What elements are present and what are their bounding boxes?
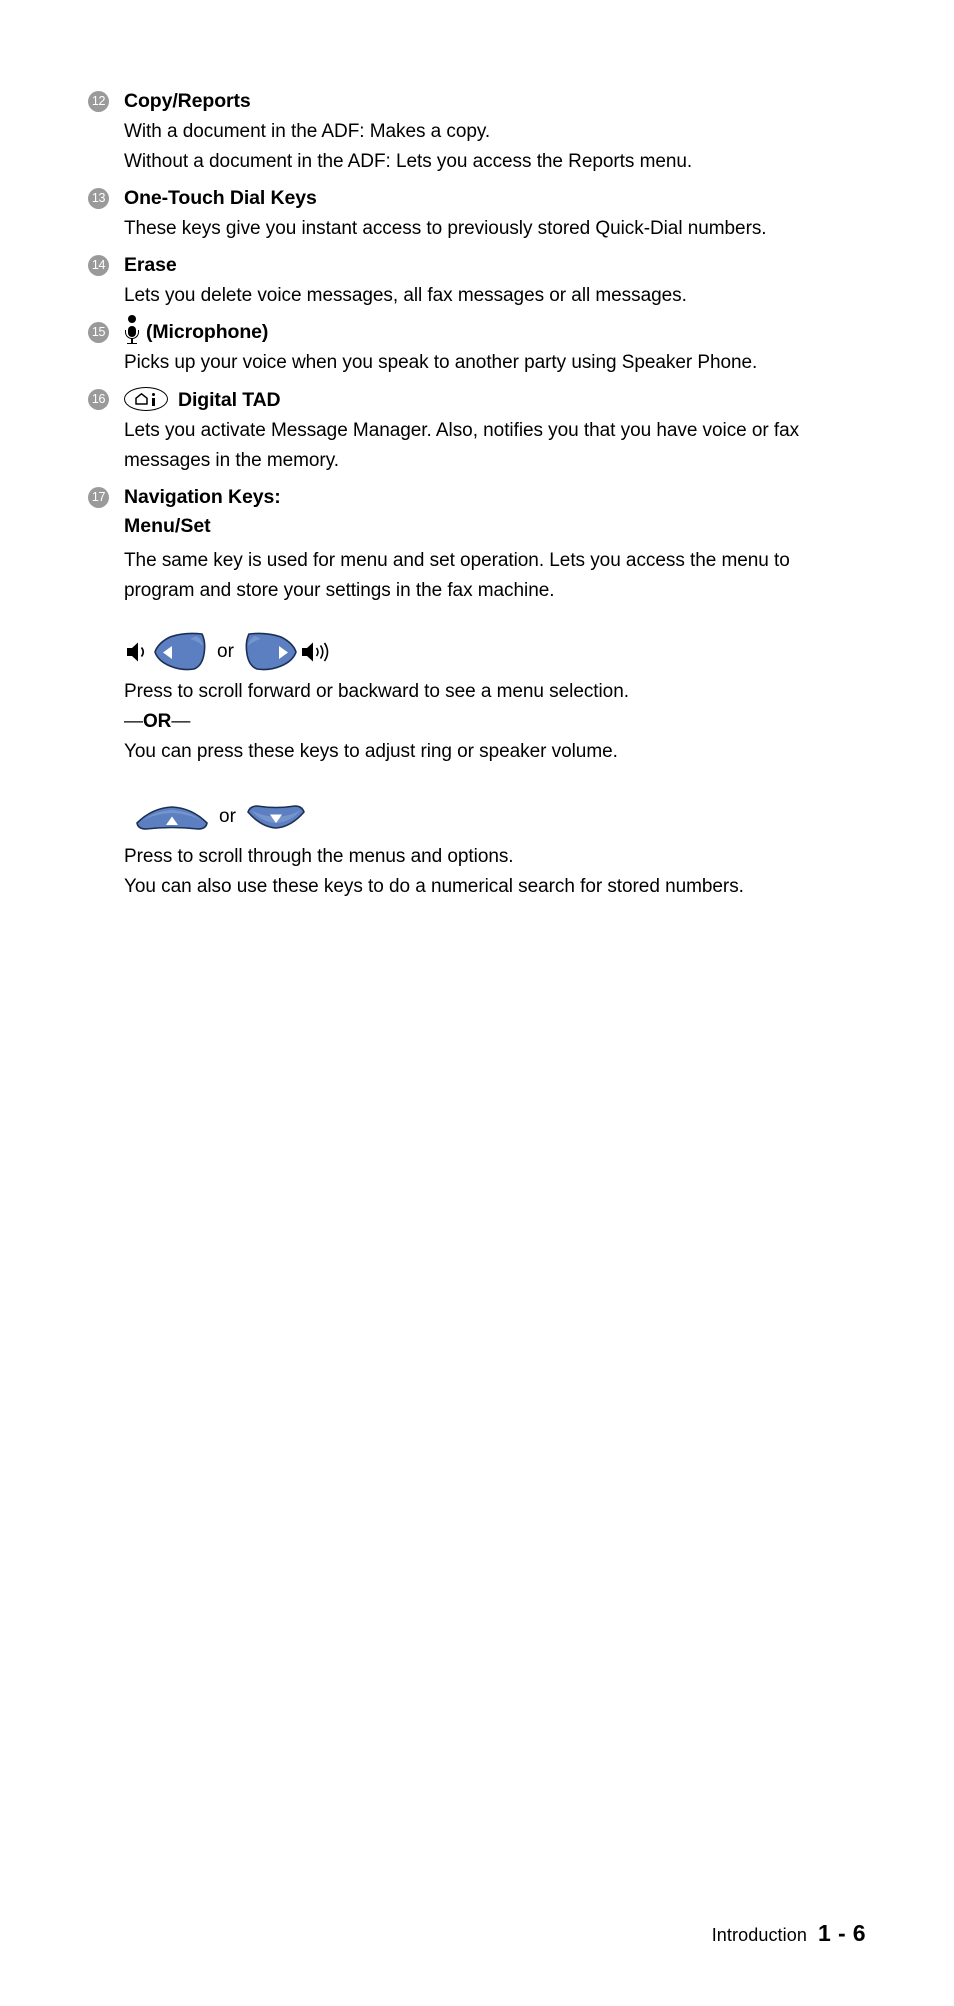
paragraph: Press to scroll forward or backward to s… (124, 680, 629, 702)
paragraph: Press to scroll through the menus and op… (124, 845, 514, 867)
section-digital-tad: 16 Digital TAD Lets you activate Message… (88, 386, 808, 475)
section-navigation-keys: 17 Navigation Keys: Menu/Set The same ke… (88, 484, 808, 902)
section-body: With a document in the ADF: Makes a copy… (124, 117, 808, 177)
page-content: 12 Copy/Reports With a document in the A… (88, 88, 808, 902)
house-shape-icon (135, 393, 148, 406)
section-body: Lets you activate Message Manager. Also,… (124, 416, 808, 476)
or-separator-bold: OR (142, 710, 172, 732)
scroll-key-description: Press to scroll through the menus and op… (124, 842, 808, 902)
volume-key-graphic-row: or (124, 632, 808, 672)
section-title: Erase (124, 254, 177, 276)
indicator-mark-icon (151, 392, 156, 406)
page-footer: Introduction 1 - 6 (0, 1920, 866, 1947)
up-arrow-key[interactable] (134, 802, 210, 832)
section-body: These keys give you instant access to pr… (124, 214, 808, 244)
section-number-badge: 16 (88, 389, 109, 411)
footer-chapter-label: Introduction (711, 1925, 807, 1945)
paragraph: Lets you delete voice messages, all fax … (124, 285, 687, 306)
section-body: The same key is used for menu and set op… (124, 546, 808, 606)
paragraph: Picks up your voice when you speak to an… (124, 352, 758, 374)
paragraph: The same key is used for menu and set op… (124, 549, 790, 601)
paragraph: These keys give you instant access to pr… (124, 218, 767, 239)
manual-page: 12 Copy/Reports With a document in the A… (0, 0, 954, 2006)
section-title: Navigation Keys: (124, 485, 281, 508)
paragraph: With a document in the ADF: Makes a copy… (124, 121, 491, 142)
section-number-badge: 15 (88, 322, 109, 343)
section-title-row: (Microphone) (124, 315, 808, 346)
paragraph: You can also use these keys to do a nume… (124, 875, 744, 897)
section-title: Digital TAD (178, 388, 281, 411)
section-number-badge: 17 (88, 486, 109, 508)
footer-page-number: 1 - 6 (817, 1920, 866, 1946)
section-erase: 14 Erase Lets you delete voice messages,… (88, 252, 808, 311)
paragraph: Without a document in the ADF: Lets you … (124, 151, 693, 172)
section-copy-reports: 12 Copy/Reports With a document in the A… (88, 88, 808, 177)
left-arrow-key[interactable] (152, 632, 208, 672)
section-microphone: 15 (Microphone) Picks up your voice when… (88, 315, 808, 378)
or-separator: —OR— (124, 710, 191, 732)
section-number-badge: 13 (88, 188, 109, 209)
section-number-badge: 12 (88, 91, 109, 112)
digital-tad-icon (124, 387, 168, 412)
or-label: or (217, 640, 234, 662)
down-arrow-key[interactable] (245, 802, 307, 832)
or-label: or (219, 805, 236, 827)
right-arrow-key[interactable] (243, 632, 299, 672)
section-title: Copy/Reports (124, 90, 251, 112)
section-title: (Microphone) (146, 321, 269, 344)
paragraph: Lets you activate Message Manager. Also,… (124, 419, 800, 471)
speaker-low-icon (127, 642, 145, 662)
paragraph: You can press these keys to adjust ring … (124, 740, 618, 762)
section-subheading: Menu/Set (124, 514, 211, 537)
scroll-key-graphic-row: or (134, 797, 808, 837)
section-body: Lets you delete voice messages, all fax … (124, 281, 808, 311)
microphone-icon (124, 315, 140, 345)
section-title-row: Digital TAD (124, 386, 808, 413)
section-one-touch-dial-keys: 13 One-Touch Dial Keys These keys give y… (88, 185, 808, 244)
volume-key-description: Press to scroll forward or backward to s… (124, 677, 808, 767)
section-number-badge: 14 (88, 255, 109, 276)
section-body: Picks up your voice when you speak to an… (124, 348, 808, 378)
speaker-high-icon (301, 642, 329, 662)
section-title: One-Touch Dial Keys (124, 187, 317, 209)
